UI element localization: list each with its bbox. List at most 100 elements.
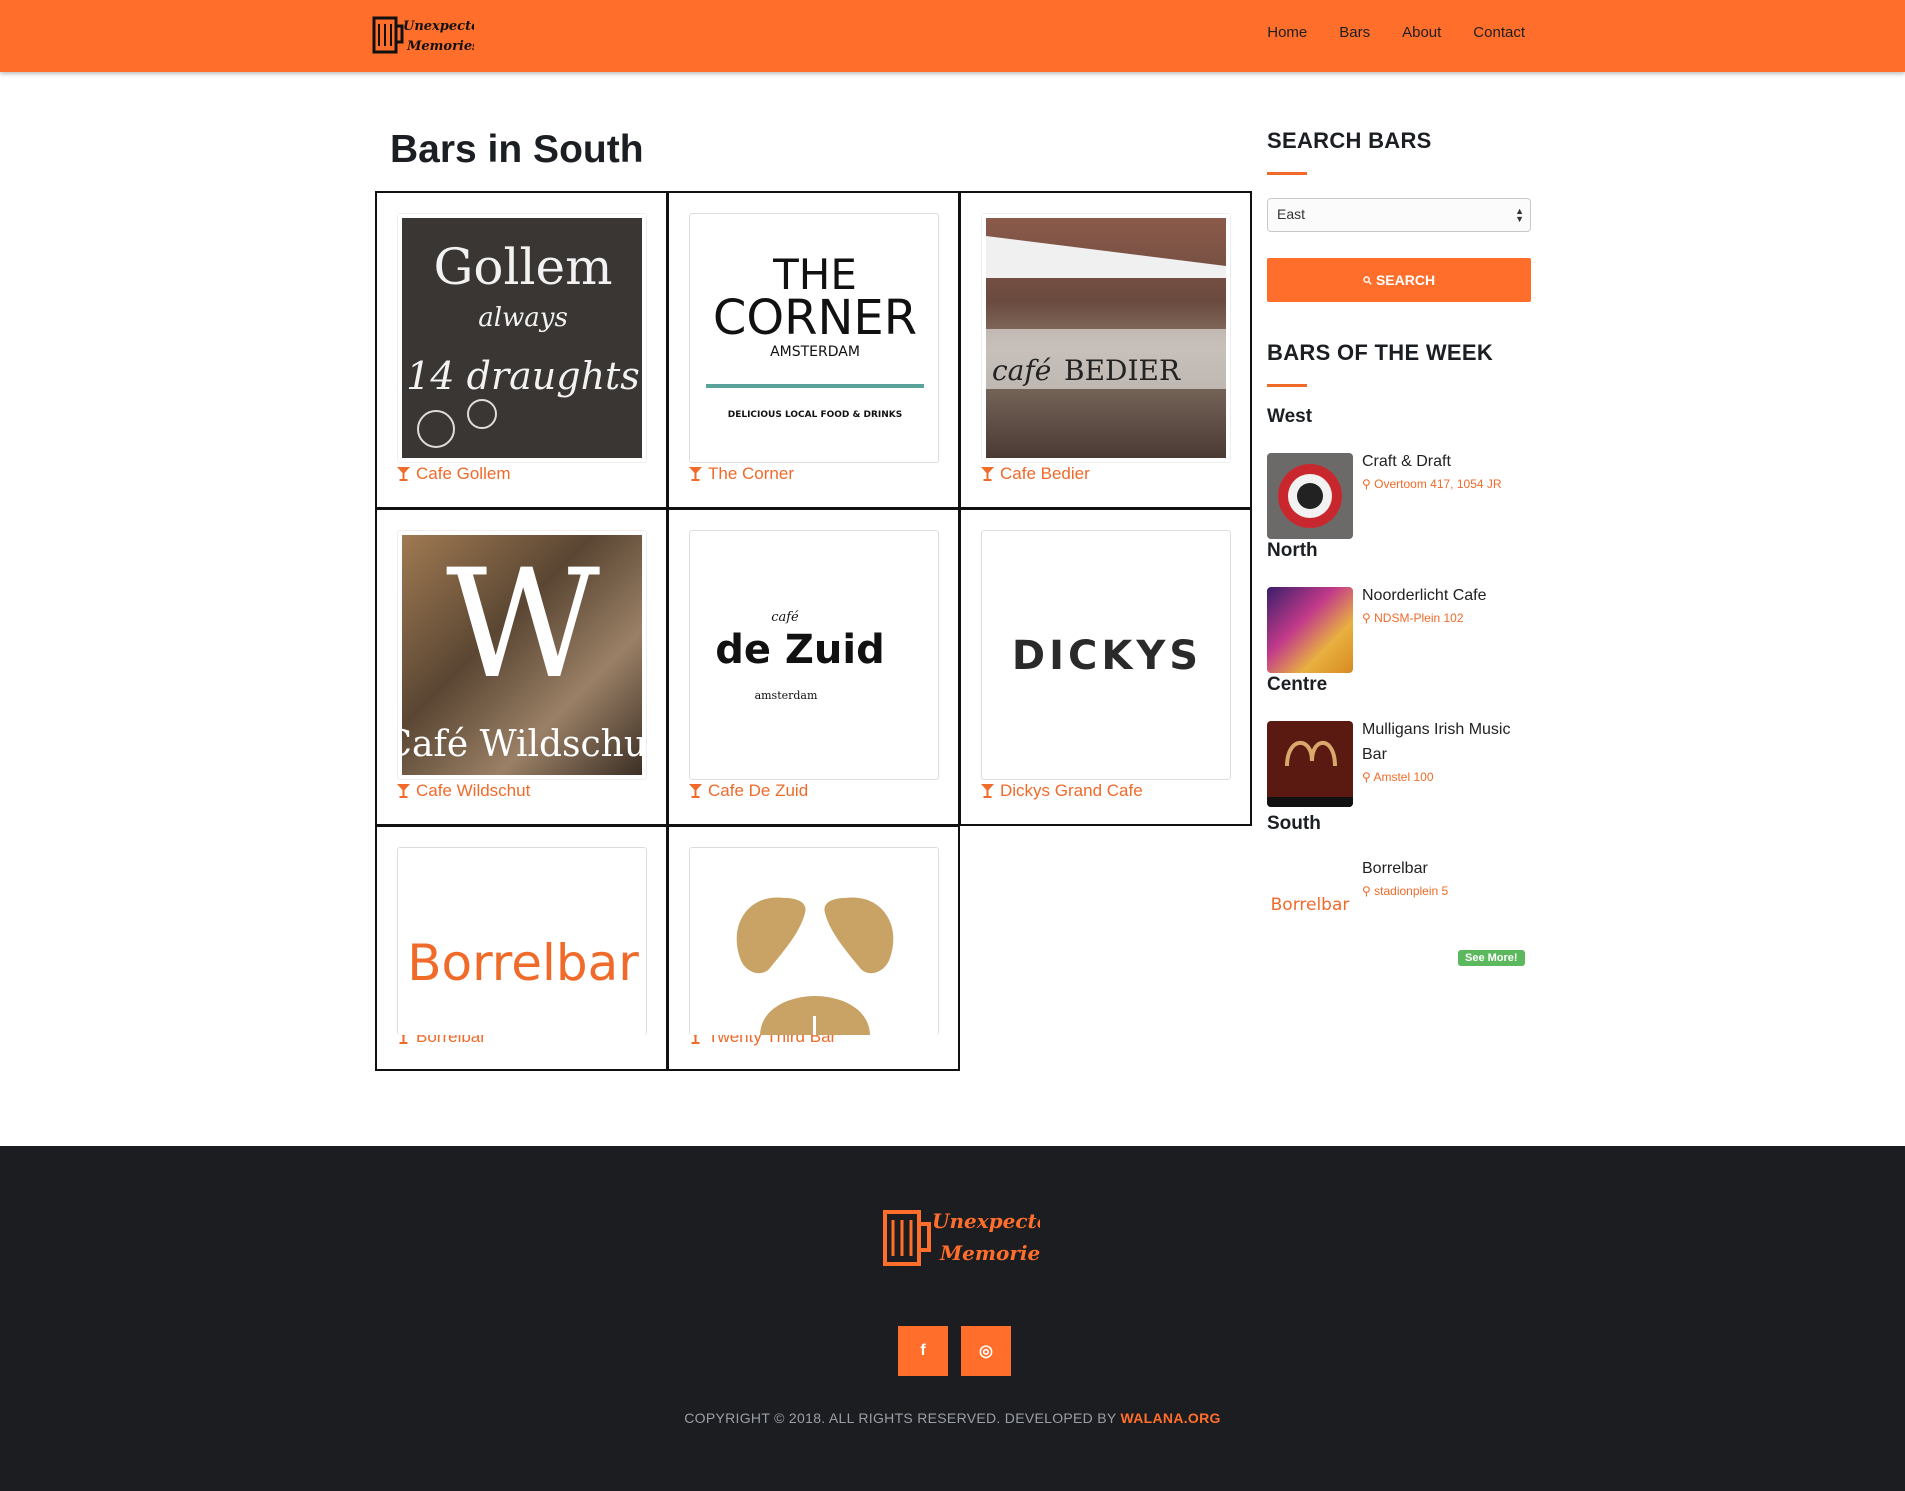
site-footer: Unexpected Memories f ◎ COPYRIGHT © 2018… bbox=[0, 1146, 1905, 1491]
footer-logo[interactable]: Unexpected Memories bbox=[880, 1198, 1063, 1276]
region-label: Centre bbox=[1267, 674, 1328, 695]
map-marker-icon: ⚲ bbox=[1362, 611, 1371, 625]
bar-card[interactable]: W Café Wildschut Cafe Wildschut bbox=[375, 508, 668, 826]
region-select-value: East bbox=[1277, 206, 1306, 222]
week-item-address: ⚲ Overtoom 417, 1054 JR bbox=[1362, 477, 1502, 491]
region-label: North bbox=[1267, 540, 1318, 561]
svg-text:Unexpected: Unexpected bbox=[932, 1209, 1040, 1233]
search-icon bbox=[1363, 275, 1372, 285]
map-marker-icon: ⚲ bbox=[1362, 477, 1371, 491]
facebook-button[interactable]: f bbox=[898, 1326, 948, 1376]
week-item-name[interactable]: Mulligans Irish Music Bar bbox=[1362, 717, 1532, 767]
facebook-icon: f bbox=[920, 1342, 926, 1359]
svg-text:Memories: Memories bbox=[939, 1241, 1040, 1265]
week-item-address-text: NDSM-Plein 102 bbox=[1374, 611, 1464, 625]
week-item[interactable]: Noorderlicht Cafe ⚲ NDSM-Plein 102 bbox=[1267, 587, 1531, 673]
developer-link[interactable]: WALANA.ORG bbox=[1121, 1410, 1221, 1426]
heading-underline bbox=[1267, 384, 1307, 387]
week-item[interactable]: Borrelbar Borrelbar ⚲ stadionplein 5 bbox=[1267, 860, 1531, 946]
week-item-image[interactable] bbox=[1267, 721, 1353, 807]
week-item-address-text: Amstel 100 bbox=[1373, 770, 1434, 784]
bar-link[interactable]: Dickys Grand Cafe bbox=[981, 781, 1143, 801]
week-item-name[interactable]: Borrelbar bbox=[1362, 856, 1532, 881]
nav-bars[interactable]: Bars bbox=[1339, 24, 1370, 41]
region-label: South bbox=[1267, 813, 1321, 834]
svg-text:Café Wildschut: Café Wildschut bbox=[398, 724, 647, 765]
bar-image[interactable] bbox=[689, 847, 939, 1035]
cocktail-icon bbox=[981, 467, 994, 481]
bar-image[interactable]: Borrelbar bbox=[397, 847, 647, 1035]
cocktail-icon bbox=[397, 784, 410, 798]
site-logo[interactable]: Unexpected Memories bbox=[370, 10, 488, 60]
bar-card[interactable]: Gollem always 14 draughts Cafe Gollem bbox=[375, 191, 668, 509]
svg-text:always: always bbox=[478, 303, 568, 333]
bar-name-label: The Corner bbox=[708, 464, 794, 483]
nav-contact[interactable]: Contact bbox=[1473, 24, 1525, 41]
bar-name-label: Cafe Gollem bbox=[416, 464, 511, 483]
week-item-address-text: stadionplein 5 bbox=[1374, 884, 1449, 898]
week-item-name[interactable]: Craft & Draft bbox=[1362, 449, 1532, 474]
svg-text:BEDIER: BEDIER bbox=[1064, 354, 1181, 387]
nav-home[interactable]: Home bbox=[1267, 24, 1307, 41]
week-item-image[interactable] bbox=[1267, 587, 1353, 673]
week-item-name[interactable]: Noorderlicht Cafe bbox=[1362, 583, 1532, 608]
svg-text:W: W bbox=[446, 538, 600, 712]
bar-image[interactable]: café BEDIER bbox=[981, 213, 1231, 463]
search-button[interactable]: SEARCH bbox=[1267, 258, 1531, 302]
svg-text:café: café bbox=[992, 354, 1051, 387]
week-item[interactable]: Craft & Draft ⚲ Overtoom 417, 1054 JR bbox=[1267, 453, 1531, 539]
svg-text:Borrelbar: Borrelbar bbox=[407, 934, 639, 992]
bar-card[interactable]: THE CORNER AMSTERDAM DELICIOUS LOCAL FOO… bbox=[667, 191, 960, 509]
bar-image[interactable]: Gollem always 14 draughts bbox=[397, 213, 647, 463]
svg-text:Unexpected: Unexpected bbox=[403, 19, 474, 34]
see-more-button[interactable]: See More! bbox=[1458, 950, 1525, 966]
bar-card[interactable]: café de Zuid amsterdam Cafe De Zuid bbox=[667, 508, 960, 826]
bar-link[interactable]: Cafe Wildschut bbox=[397, 781, 530, 801]
bar-card[interactable]: DICKYS Dickys Grand Cafe bbox=[959, 508, 1252, 826]
map-marker-icon: ⚲ bbox=[1362, 884, 1371, 898]
bar-image[interactable]: café de Zuid amsterdam bbox=[689, 530, 939, 780]
bars-of-week: BARS OF THE WEEK bbox=[1267, 340, 1493, 387]
svg-text:AMSTERDAM: AMSTERDAM bbox=[770, 344, 860, 360]
bar-image[interactable]: THE CORNER AMSTERDAM DELICIOUS LOCAL FOO… bbox=[689, 213, 939, 463]
bar-card[interactable]: Twenty Third Bar bbox=[667, 825, 960, 1071]
search-heading: SEARCH BARS bbox=[1267, 128, 1432, 153]
twenty-third-logo-icon bbox=[736, 897, 894, 1035]
cocktail-icon bbox=[397, 467, 410, 481]
bar-link[interactable]: The Corner bbox=[689, 464, 794, 484]
week-item-image[interactable] bbox=[1267, 453, 1353, 539]
svg-text:Borrelbar: Borrelbar bbox=[1271, 895, 1350, 915]
week-item-address: ⚲ Amstel 100 bbox=[1362, 770, 1434, 784]
cocktail-icon bbox=[981, 784, 994, 798]
search-button-label: SEARCH bbox=[1375, 272, 1436, 288]
week-item-address-text: Overtoom 417, 1054 JR bbox=[1374, 477, 1502, 491]
nav-about[interactable]: About bbox=[1402, 24, 1441, 41]
instagram-button[interactable]: ◎ bbox=[961, 1326, 1011, 1376]
cocktail-icon bbox=[689, 467, 702, 481]
copyright-label: COPYRIGHT © 2018. ALL RIGHTS RESERVED. D… bbox=[684, 1410, 1117, 1426]
svg-text:DELICIOUS LOCAL FOOD & DRINKS: DELICIOUS LOCAL FOOD & DRINKS bbox=[728, 410, 903, 420]
week-item-address: ⚲ stadionplein 5 bbox=[1362, 884, 1448, 898]
bar-name-label: Cafe Wildschut bbox=[416, 781, 531, 800]
instagram-icon: ◎ bbox=[979, 1343, 993, 1360]
bar-image[interactable]: W Café Wildschut bbox=[397, 530, 647, 780]
bar-link[interactable]: Cafe De Zuid bbox=[689, 781, 808, 801]
heading-underline bbox=[1267, 172, 1307, 175]
sidebar: SEARCH BARS East ▲ ▼ SEARCH BARS OF THE W… bbox=[1267, 128, 1531, 966]
week-item[interactable]: Mulligans Irish Music Bar ⚲ Amstel 100 bbox=[1267, 721, 1531, 807]
svg-text:14 draughts: 14 draughts bbox=[406, 354, 640, 398]
bar-link[interactable]: Cafe Gollem bbox=[397, 464, 510, 484]
bar-link[interactable]: Cafe Bedier bbox=[981, 464, 1090, 484]
region-select[interactable]: East ▲ ▼ bbox=[1267, 198, 1531, 232]
cocktail-icon bbox=[689, 784, 702, 798]
bar-card[interactable]: Borrelbar Borrelbar bbox=[375, 825, 668, 1071]
svg-text:CORNER: CORNER bbox=[713, 290, 917, 346]
bar-card[interactable]: café BEDIER Cafe Bedier bbox=[959, 191, 1252, 509]
page-title: Bars in South bbox=[390, 128, 644, 171]
main-nav: Home Bars About Contact bbox=[1267, 24, 1525, 41]
svg-text:Memories: Memories bbox=[406, 39, 474, 54]
svg-text:café: café bbox=[771, 610, 799, 625]
week-item-image[interactable]: Borrelbar bbox=[1267, 860, 1353, 946]
bar-image[interactable]: DICKYS bbox=[981, 530, 1231, 780]
week-heading: BARS OF THE WEEK bbox=[1267, 340, 1494, 365]
